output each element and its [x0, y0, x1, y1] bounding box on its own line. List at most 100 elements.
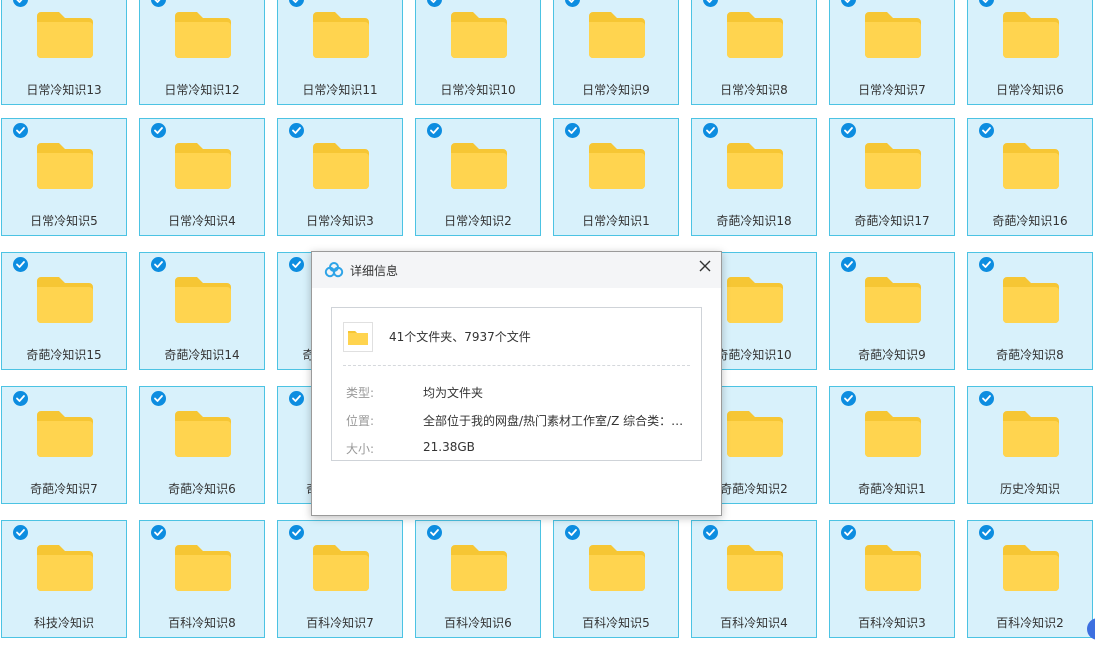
folder-tile[interactable]: 日常冷知识7: [829, 0, 955, 105]
folder-tile[interactable]: 百科冷知识7: [277, 520, 403, 638]
checkbox-checked-icon[interactable]: [979, 0, 994, 7]
checkbox-checked-icon[interactable]: [979, 257, 994, 272]
checkbox-checked-icon[interactable]: [151, 0, 166, 7]
folder-tile[interactable]: 日常冷知识11: [277, 0, 403, 105]
folder-tile[interactable]: 日常冷知识12: [139, 0, 265, 105]
folder-label: 奇葩冷知识7: [30, 482, 98, 496]
folder-tile[interactable]: 日常冷知识9: [553, 0, 679, 105]
folder-label: 奇葩冷知识6: [168, 482, 236, 496]
folder-icon: [725, 541, 785, 593]
folder-label: 历史冷知识: [999, 482, 1060, 496]
folder-tile[interactable]: 日常冷知识1: [553, 118, 679, 236]
folder-icon: [173, 541, 233, 593]
folder-icon: [863, 273, 923, 325]
folder-icon: [311, 541, 371, 593]
folder-label: 日常冷知识4: [168, 214, 236, 228]
folder-icon: [863, 407, 923, 459]
folder-icon: [35, 407, 95, 459]
folder-icon: [725, 407, 785, 459]
folder-icon: [725, 273, 785, 325]
checkbox-checked-icon[interactable]: [13, 391, 28, 406]
folder-tile[interactable]: 日常冷知识4: [139, 118, 265, 236]
folder-tile[interactable]: 百科冷知识8: [139, 520, 265, 638]
checkbox-checked-icon[interactable]: [13, 525, 28, 540]
folder-tile[interactable]: 日常冷知识6: [967, 0, 1093, 105]
checkbox-checked-icon[interactable]: [703, 123, 718, 138]
folder-label: 日常冷知识12: [164, 83, 240, 97]
checkbox-checked-icon[interactable]: [289, 123, 304, 138]
folder-tile[interactable]: 奇葩冷知识14: [139, 252, 265, 370]
checkbox-checked-icon[interactable]: [151, 123, 166, 138]
folder-tile[interactable]: 奇葩冷知识9: [829, 252, 955, 370]
folder-label: 日常冷知识2: [444, 214, 512, 228]
folder-label: 百科冷知识8: [168, 616, 236, 630]
folder-tile[interactable]: 日常冷知识13: [1, 0, 127, 105]
checkbox-checked-icon[interactable]: [841, 123, 856, 138]
folder-tile[interactable]: 科技冷知识: [1, 520, 127, 638]
size-label: 大小:: [346, 442, 375, 456]
folder-label: 科技冷知识: [33, 616, 94, 630]
folder-tile[interactable]: 奇葩冷知识16: [967, 118, 1093, 236]
checkbox-checked-icon[interactable]: [565, 0, 580, 7]
folder-tile[interactable]: 奇葩冷知识8: [967, 252, 1093, 370]
folder-label: 奇葩冷知识8: [996, 348, 1064, 362]
checkbox-checked-icon[interactable]: [151, 391, 166, 406]
folder-tile[interactable]: 百科冷知识5: [553, 520, 679, 638]
folder-tile[interactable]: 百科冷知识3: [829, 520, 955, 638]
checkbox-checked-icon[interactable]: [13, 257, 28, 272]
folder-icon: [311, 8, 371, 60]
type-value: 均为文件夹: [423, 386, 484, 400]
checkbox-checked-icon[interactable]: [841, 0, 856, 7]
checkbox-checked-icon[interactable]: [703, 525, 718, 540]
folder-tile[interactable]: 日常冷知识10: [415, 0, 541, 105]
checkbox-checked-icon[interactable]: [703, 0, 718, 7]
folder-icon: [35, 8, 95, 60]
checkbox-checked-icon[interactable]: [289, 0, 304, 7]
folder-tile[interactable]: 百科冷知识4: [691, 520, 817, 638]
folder-tile[interactable]: 日常冷知识2: [415, 118, 541, 236]
folder-icon: [863, 541, 923, 593]
folder-tile[interactable]: 奇葩冷知识18: [691, 118, 817, 236]
folder-tile[interactable]: 奇葩冷知识15: [1, 252, 127, 370]
folder-tile[interactable]: 奇葩冷知识17: [829, 118, 955, 236]
checkbox-checked-icon[interactable]: [427, 123, 442, 138]
folder-icon: [587, 541, 647, 593]
folder-tile[interactable]: 百科冷知识6: [415, 520, 541, 638]
folder-icon: [449, 541, 509, 593]
folder-tile[interactable]: 历史冷知识: [967, 386, 1093, 504]
folder-tile[interactable]: 日常冷知识8: [691, 0, 817, 105]
folder-tile[interactable]: 日常冷知识3: [277, 118, 403, 236]
checkbox-checked-icon[interactable]: [13, 0, 28, 7]
checkbox-checked-icon[interactable]: [841, 525, 856, 540]
checkbox-checked-icon[interactable]: [289, 257, 304, 272]
checkbox-checked-icon[interactable]: [151, 257, 166, 272]
folder-label: 百科冷知识6: [444, 616, 512, 630]
folder-tile[interactable]: 奇葩冷知识1: [829, 386, 955, 504]
folder-tile[interactable]: 日常冷知识5: [1, 118, 127, 236]
folder-tile[interactable]: 百科冷知识2: [967, 520, 1093, 638]
folder-tile[interactable]: 奇葩冷知识6: [139, 386, 265, 504]
checkbox-checked-icon[interactable]: [979, 391, 994, 406]
folder-tile[interactable]: 奇葩冷知识7: [1, 386, 127, 504]
folder-label: 日常冷知识6: [996, 83, 1064, 97]
checkbox-checked-icon[interactable]: [13, 123, 28, 138]
folder-label: 百科冷知识5: [582, 616, 650, 630]
checkbox-checked-icon[interactable]: [427, 525, 442, 540]
folder-icon: [311, 139, 371, 191]
folder-label: 日常冷知识9: [582, 83, 650, 97]
checkbox-checked-icon[interactable]: [841, 257, 856, 272]
checkbox-checked-icon[interactable]: [565, 123, 580, 138]
folder-icon: [173, 8, 233, 60]
checkbox-checked-icon[interactable]: [979, 123, 994, 138]
close-icon[interactable]: [697, 258, 713, 274]
checkbox-checked-icon[interactable]: [289, 525, 304, 540]
checkbox-checked-icon[interactable]: [427, 0, 442, 7]
checkbox-checked-icon[interactable]: [565, 525, 580, 540]
checkbox-checked-icon[interactable]: [151, 525, 166, 540]
checkbox-checked-icon[interactable]: [289, 391, 304, 406]
checkbox-checked-icon[interactable]: [841, 391, 856, 406]
folder-label: 日常冷知识5: [30, 214, 98, 228]
folder-icon: [587, 8, 647, 60]
checkbox-checked-icon[interactable]: [979, 525, 994, 540]
folder-icon: [35, 541, 95, 593]
